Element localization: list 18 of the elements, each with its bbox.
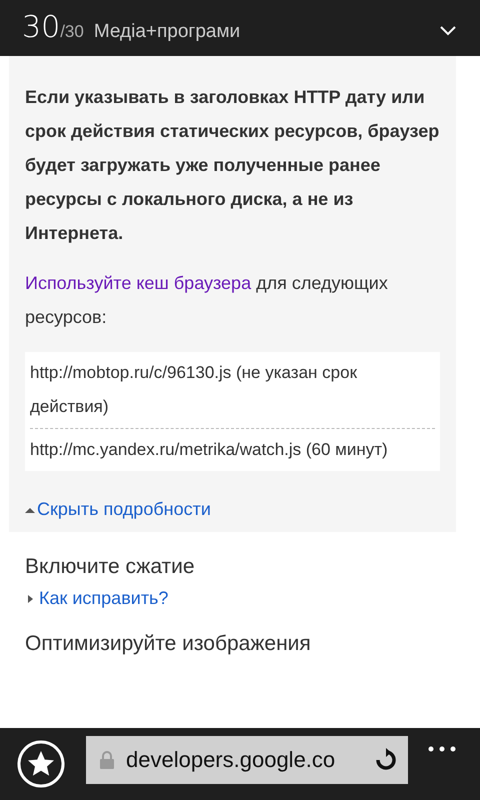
more-icon[interactable] (428, 746, 456, 752)
resource-item: http://mobtop.ru/c/96130.js (не указан срок действия) (30, 362, 358, 418)
intro-text: Если указывать в заголовках HTTP дату или срок действия статических ресурсов, браузер будет загружать уже полученные ранее ресурсы с локального диска, а не из Интернета. (25, 86, 440, 245)
resource-item: http://mc.yandex.ru/metrika/watch.js (60 минут) (30, 428, 435, 471)
cache-text: Используйте кеш браузера для следующих ресурсов: (25, 272, 389, 329)
tab-number: 30 (22, 10, 60, 45)
cache-link[interactable]: Используйте кеш браузера (25, 273, 252, 293)
chevron-down-icon[interactable] (440, 26, 456, 36)
section-title: Оптимизируйте изображения (25, 631, 312, 657)
hide-details-link[interactable]: Скрыть подробности (37, 499, 211, 520)
section-title: Включите сжатие (25, 554, 196, 580)
refresh-icon[interactable] (374, 748, 398, 772)
how-to-fix-link[interactable]: Как исправить? (39, 588, 168, 609)
tab-total: /30 (60, 22, 84, 42)
lock-icon (100, 751, 114, 769)
page-title: Медіа+програми (94, 21, 242, 43)
url-text: developers.google.co (126, 747, 336, 773)
address-field[interactable]: developers.google.co (86, 736, 408, 784)
